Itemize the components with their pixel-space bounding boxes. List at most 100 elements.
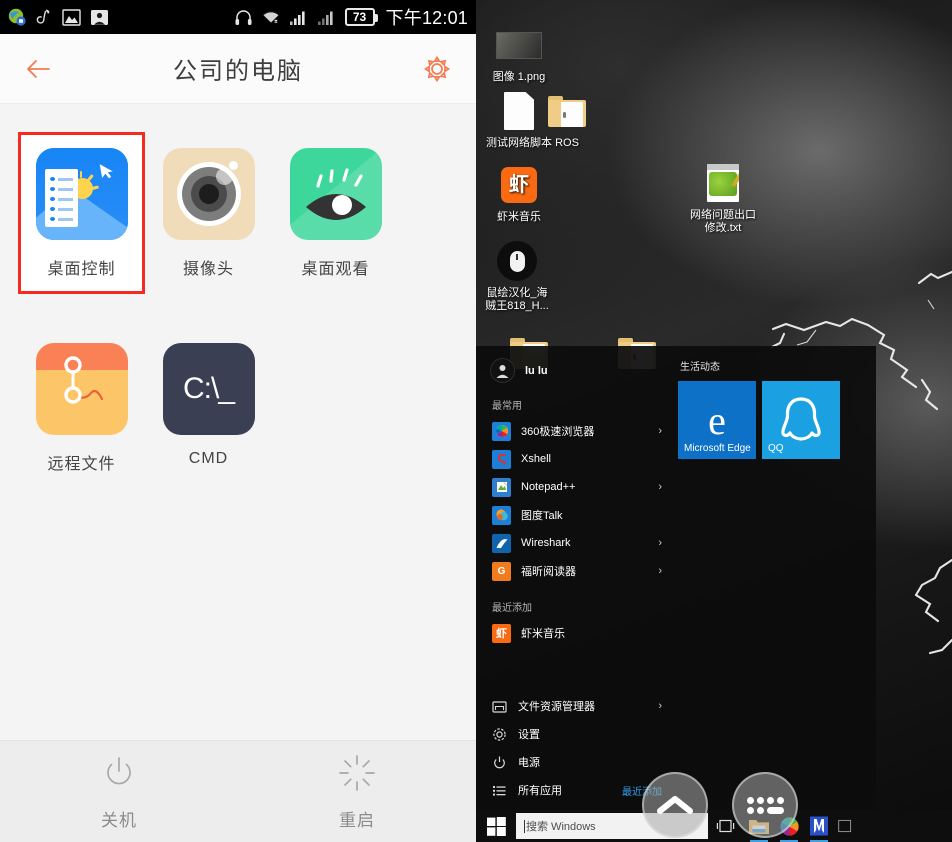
user-name: lu lu <box>525 364 548 377</box>
start-item-label: 虾米音乐 <box>521 628 565 640</box>
user-avatar-icon <box>490 358 515 383</box>
bottom-action-label: 重启 <box>339 810 375 830</box>
desktop-icon-image[interactable]: 图像 1.png <box>484 22 554 84</box>
file-explorer-icon <box>492 700 507 713</box>
all-apps-icon <box>493 785 506 796</box>
start-item-360-browser[interactable]: 360极速浏览器 › <box>476 417 672 445</box>
start-menu-left-column: lu lu 最常用 360极速浏览器 › Xshell Notepad++ › … <box>476 346 672 810</box>
taskbar-unknown-app-icon[interactable] <box>838 815 852 837</box>
split-screen: 73 下午12:01 公司的电脑 桌面控制 摄像头 桌面观看 远程文件 C:\_… <box>0 0 952 842</box>
tile-microsoft-edge[interactable]: e Microsoft Edge <box>678 381 756 459</box>
windows-taskbar[interactable]: 搜索 Windows <box>476 772 952 842</box>
desktop-icon-label: ROS <box>555 137 579 149</box>
xiami-glyph: 虾 <box>496 628 507 640</box>
cmd-console-icon: C:\_ <box>162 343 255 435</box>
app-tile-cmd[interactable]: C:\_ CMD <box>145 327 272 489</box>
mouse-cursor-icon <box>99 164 113 179</box>
phone-bottom-bar: 关机 重启 <box>0 740 476 842</box>
windows-start-icon[interactable] <box>476 810 516 842</box>
remote-windows-desktop[interactable]: 图像 1.png 测试网络脚本 ROS 虾 虾米音乐 鼠绘汉化_海贼王818_H… <box>476 0 952 842</box>
desktop-icon-label: 图像 1.png <box>492 71 546 83</box>
restart-button[interactable]: 重启 <box>238 741 476 842</box>
wifi-icon <box>261 10 280 23</box>
image-thumbnail-icon <box>484 22 554 68</box>
app-globe-icon <box>8 8 26 26</box>
wireshark-icon <box>492 533 511 553</box>
tile-qq[interactable]: QQ <box>762 381 840 459</box>
start-item-xshell[interactable]: Xshell <box>476 445 672 473</box>
chevron-right-icon: › <box>658 537 662 549</box>
gear-icon[interactable] <box>420 52 454 86</box>
start-item-label: 福昕阅读器 <box>521 566 576 578</box>
start-bottom-settings[interactable]: 设置 <box>476 720 672 748</box>
start-bottom-power[interactable]: 电源 <box>476 748 672 776</box>
status-left-icons <box>8 8 109 26</box>
xiami-music-icon: 虾 <box>492 623 511 643</box>
app-label: 远程文件 <box>47 456 116 473</box>
search-placeholder: 搜索 Windows <box>526 821 596 833</box>
desktop-icon-xiami[interactable]: 虾 虾米音乐 <box>484 162 554 224</box>
desktop-icon-ros-folder[interactable]: ROS <box>532 88 602 150</box>
start-item-xiami[interactable]: 虾 虾米音乐 <box>476 619 672 647</box>
desktop-icon-network-txt[interactable]: 网络问题出口修改.txt <box>688 160 758 235</box>
tile-group: e Microsoft Edge QQ <box>678 381 876 459</box>
cmd-prompt-text: C:\_ <box>182 372 235 405</box>
foxit-glyph: G <box>497 565 506 577</box>
settings-gear-icon <box>493 727 506 741</box>
tile-label: QQ <box>768 443 784 454</box>
edge-glyph: e <box>708 397 726 443</box>
taskbar-wps-icon[interactable] <box>808 815 830 842</box>
back-arrow-icon[interactable] <box>22 52 56 86</box>
camera-icon <box>162 148 255 240</box>
desktop-icon-mouse-shortcut[interactable]: 鼠绘汉化_海贼王818_H... <box>482 238 552 313</box>
gallery-image-icon <box>62 8 81 26</box>
app-label: 桌面控制 <box>47 261 116 278</box>
status-right-icons: 73 下午12:01 <box>234 4 468 30</box>
app-tile-desktop-control[interactable]: 桌面控制 <box>18 132 145 294</box>
android-keyboard-button[interactable] <box>732 772 798 838</box>
start-item-wireshark[interactable]: Wireshark › <box>476 529 672 557</box>
restart-icon <box>339 754 375 791</box>
text-file-icon <box>688 160 758 206</box>
desktop-view-eye-icon <box>289 148 382 240</box>
start-item-label: 图度Talk <box>521 510 563 522</box>
tile-group-title: 生活动态 <box>680 362 720 373</box>
app-tile-remote-file[interactable]: 远程文件 <box>18 327 145 489</box>
app-tile-desktop-view[interactable]: 桌面观看 <box>272 132 399 294</box>
status-clock: 下午12:01 <box>385 8 468 28</box>
power-off-icon <box>107 756 131 784</box>
netease-music-icon <box>36 9 50 24</box>
page-title: 公司的电脑 <box>173 58 303 85</box>
app-tile-camera[interactable]: 摄像头 <box>145 132 272 294</box>
chevron-right-icon: › <box>658 565 662 577</box>
battery-level: 73 <box>352 10 367 24</box>
keyboard-icon <box>746 796 784 814</box>
app-label: CMD <box>188 450 229 467</box>
android-nav-up-button[interactable] <box>642 772 708 838</box>
start-bottom-file-explorer[interactable]: 文件资源管理器 › <box>476 692 672 720</box>
power-icon <box>494 756 505 768</box>
start-item-label: Xshell <box>521 453 551 465</box>
start-bottom-label: 电源 <box>518 757 540 769</box>
signal-sim2-icon <box>317 11 333 25</box>
start-item-label: Wireshark <box>521 537 571 549</box>
desktop-icon-label: 鼠绘汉化_海贼王818_H... <box>485 287 549 312</box>
android-status-bar: 73 下午12:01 <box>0 0 476 34</box>
start-menu[interactable]: lu lu 最常用 360极速浏览器 › Xshell Notepad++ › … <box>476 346 876 810</box>
start-item-foxit[interactable]: G 福昕阅读器 › <box>476 557 672 585</box>
bottom-action-label: 关机 <box>101 810 137 830</box>
start-item-label: Notepad++ <box>521 481 576 493</box>
start-item-talk[interactable]: 图度Talk <box>476 501 672 529</box>
signal-sim1-icon <box>289 11 305 25</box>
power-off-button[interactable]: 关机 <box>0 741 238 842</box>
start-bottom-label: 所有应用 <box>518 785 562 797</box>
start-item-notepadpp[interactable]: Notepad++ › <box>476 473 672 501</box>
start-menu-tiles-column: 生活动态 e Microsoft Edge QQ <box>672 346 876 810</box>
headphone-icon <box>235 9 252 25</box>
start-menu-bottom-list: 文件资源管理器 › 设置 电源 所有应用 最近添加 <box>476 692 672 804</box>
start-menu-user[interactable]: lu lu <box>476 346 672 383</box>
mouse-shortcut-icon <box>482 238 552 284</box>
chevron-right-icon: › <box>658 700 662 712</box>
app-grid-row-2: 远程文件 C:\_ CMD <box>0 327 476 489</box>
android-phone-panel: 73 下午12:01 公司的电脑 桌面控制 摄像头 桌面观看 远程文件 C:\_… <box>0 0 476 842</box>
